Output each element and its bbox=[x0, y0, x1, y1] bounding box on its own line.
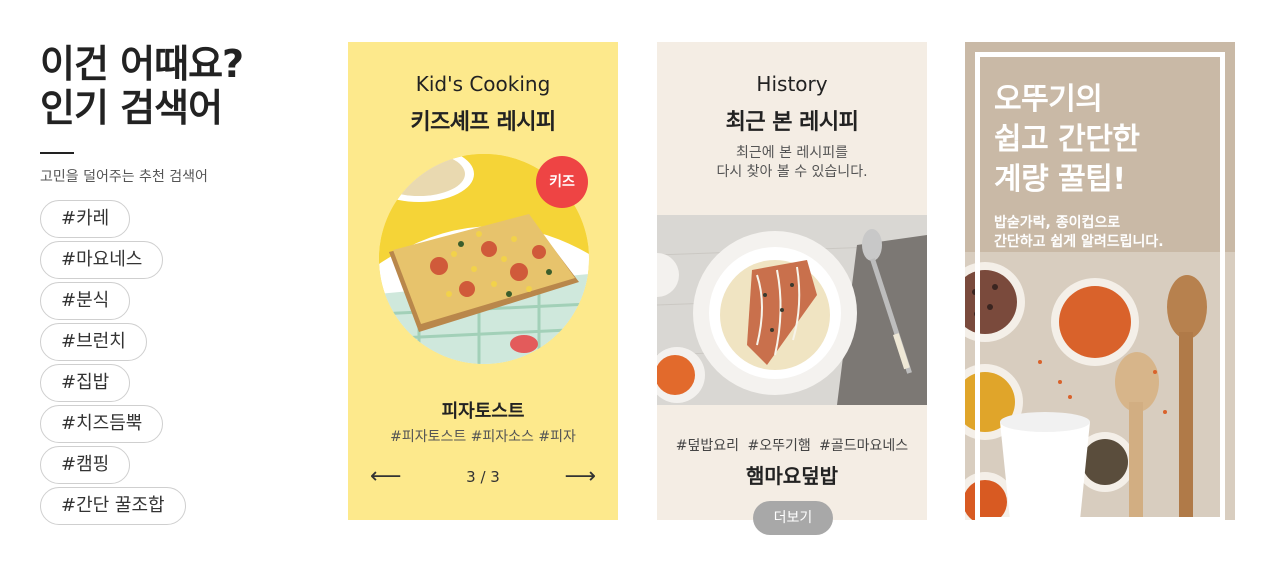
tag-brunch[interactable]: #브런치 bbox=[40, 323, 147, 361]
tip-title-line-1: 오뚜기의 bbox=[994, 82, 1103, 117]
tag-list: #카레 #마요네스 #분식 #브런치 #집밥 #치즈듬뿍 #캠핑 #간단 꿀조합 bbox=[40, 200, 300, 525]
card-eyebrow: History bbox=[756, 72, 828, 96]
recipe-name[interactable]: 피자토스트 bbox=[348, 397, 618, 423]
tip-description-line-1: 밥숟가락, 종이컵으로 bbox=[994, 215, 1121, 231]
tip-description: 밥숟가락, 종이컵으로 간단하고 쉽게 알려드립니다. bbox=[994, 214, 1164, 252]
card-description: 최근에 본 레시피를 다시 찾아 볼 수 있습니다. bbox=[657, 144, 927, 182]
heading-line-2: 인기 검색어 bbox=[40, 86, 223, 130]
kids-badge: 키즈 bbox=[536, 156, 588, 208]
recipe-tags: #피자토스트 #피자소스 #피자 bbox=[390, 429, 576, 445]
recipe-tags: #덮밥요리 #오뚜기햄 #골드마요네스 bbox=[675, 438, 909, 454]
tip-title-line-2: 쉽고 간단한 bbox=[994, 122, 1140, 157]
popular-search-section: 이건 어때요? 인기 검색어 고민을 덜어주는 추천 검색어 #카레 #마요네스… bbox=[40, 42, 300, 525]
tag-mayonnaise[interactable]: #마요네스 bbox=[40, 241, 164, 279]
card-eyebrow: Kid's Cooking bbox=[415, 72, 551, 96]
kids-cooking-card[interactable]: Kid's Cooking 키즈셰프 레시피 키즈 피자토스트 #피자토스트 #… bbox=[348, 42, 618, 520]
history-card[interactable]: History 최근 본 레시피 최근에 본 레시피를 다시 찾아 볼 수 있습… bbox=[657, 42, 927, 520]
description-line-2: 다시 찾아 볼 수 있습니다. bbox=[716, 164, 868, 180]
description-line-1: 최근에 본 레시피를 bbox=[736, 145, 848, 161]
tag-home-meal[interactable]: #집밥 bbox=[40, 364, 131, 402]
section-subtitle: 고민을 덜어주는 추천 검색어 bbox=[40, 169, 208, 185]
measuring-tip-card[interactable]: 오뚜기의 쉽고 간단한 계량 꿀팁! 밥숟가락, 종이컵으로 간단하고 쉽게 알… bbox=[965, 42, 1235, 520]
tag-camping[interactable]: #캠핑 bbox=[40, 446, 131, 484]
tip-description-line-2: 간단하고 쉽게 알려드립니다. bbox=[994, 234, 1164, 250]
ham-mayo-rice-image[interactable] bbox=[657, 215, 927, 405]
more-button[interactable]: 더보기 bbox=[753, 501, 833, 535]
tip-title-line-3: 계량 꿀팁! bbox=[994, 162, 1126, 197]
tip-title: 오뚜기의 쉽고 간단한 계량 꿀팁! bbox=[994, 80, 1140, 200]
heading-divider bbox=[40, 152, 74, 154]
arrow-right-icon[interactable]: ⟶ bbox=[564, 466, 596, 488]
section-heading: 이건 어때요? 인기 검색어 bbox=[40, 42, 300, 130]
heading-line-1: 이건 어때요? bbox=[40, 42, 244, 86]
carousel-pager: ⟵ 3 / 3 ⟶ bbox=[348, 466, 618, 488]
rice-bowl-illustration bbox=[657, 215, 927, 405]
tag-cheese[interactable]: #치즈듬뿍 bbox=[40, 405, 164, 443]
recipe-name[interactable]: 햄마요덮밥 bbox=[657, 460, 927, 489]
tag-curry[interactable]: #카레 bbox=[40, 200, 131, 238]
card-title: 키즈셰프 레시피 bbox=[410, 110, 556, 135]
tag-easy-combo[interactable]: #간단 꿀조합 bbox=[40, 487, 186, 525]
card-title: 최근 본 레시피 bbox=[725, 110, 859, 135]
tag-bunsik[interactable]: #분식 bbox=[40, 282, 131, 320]
